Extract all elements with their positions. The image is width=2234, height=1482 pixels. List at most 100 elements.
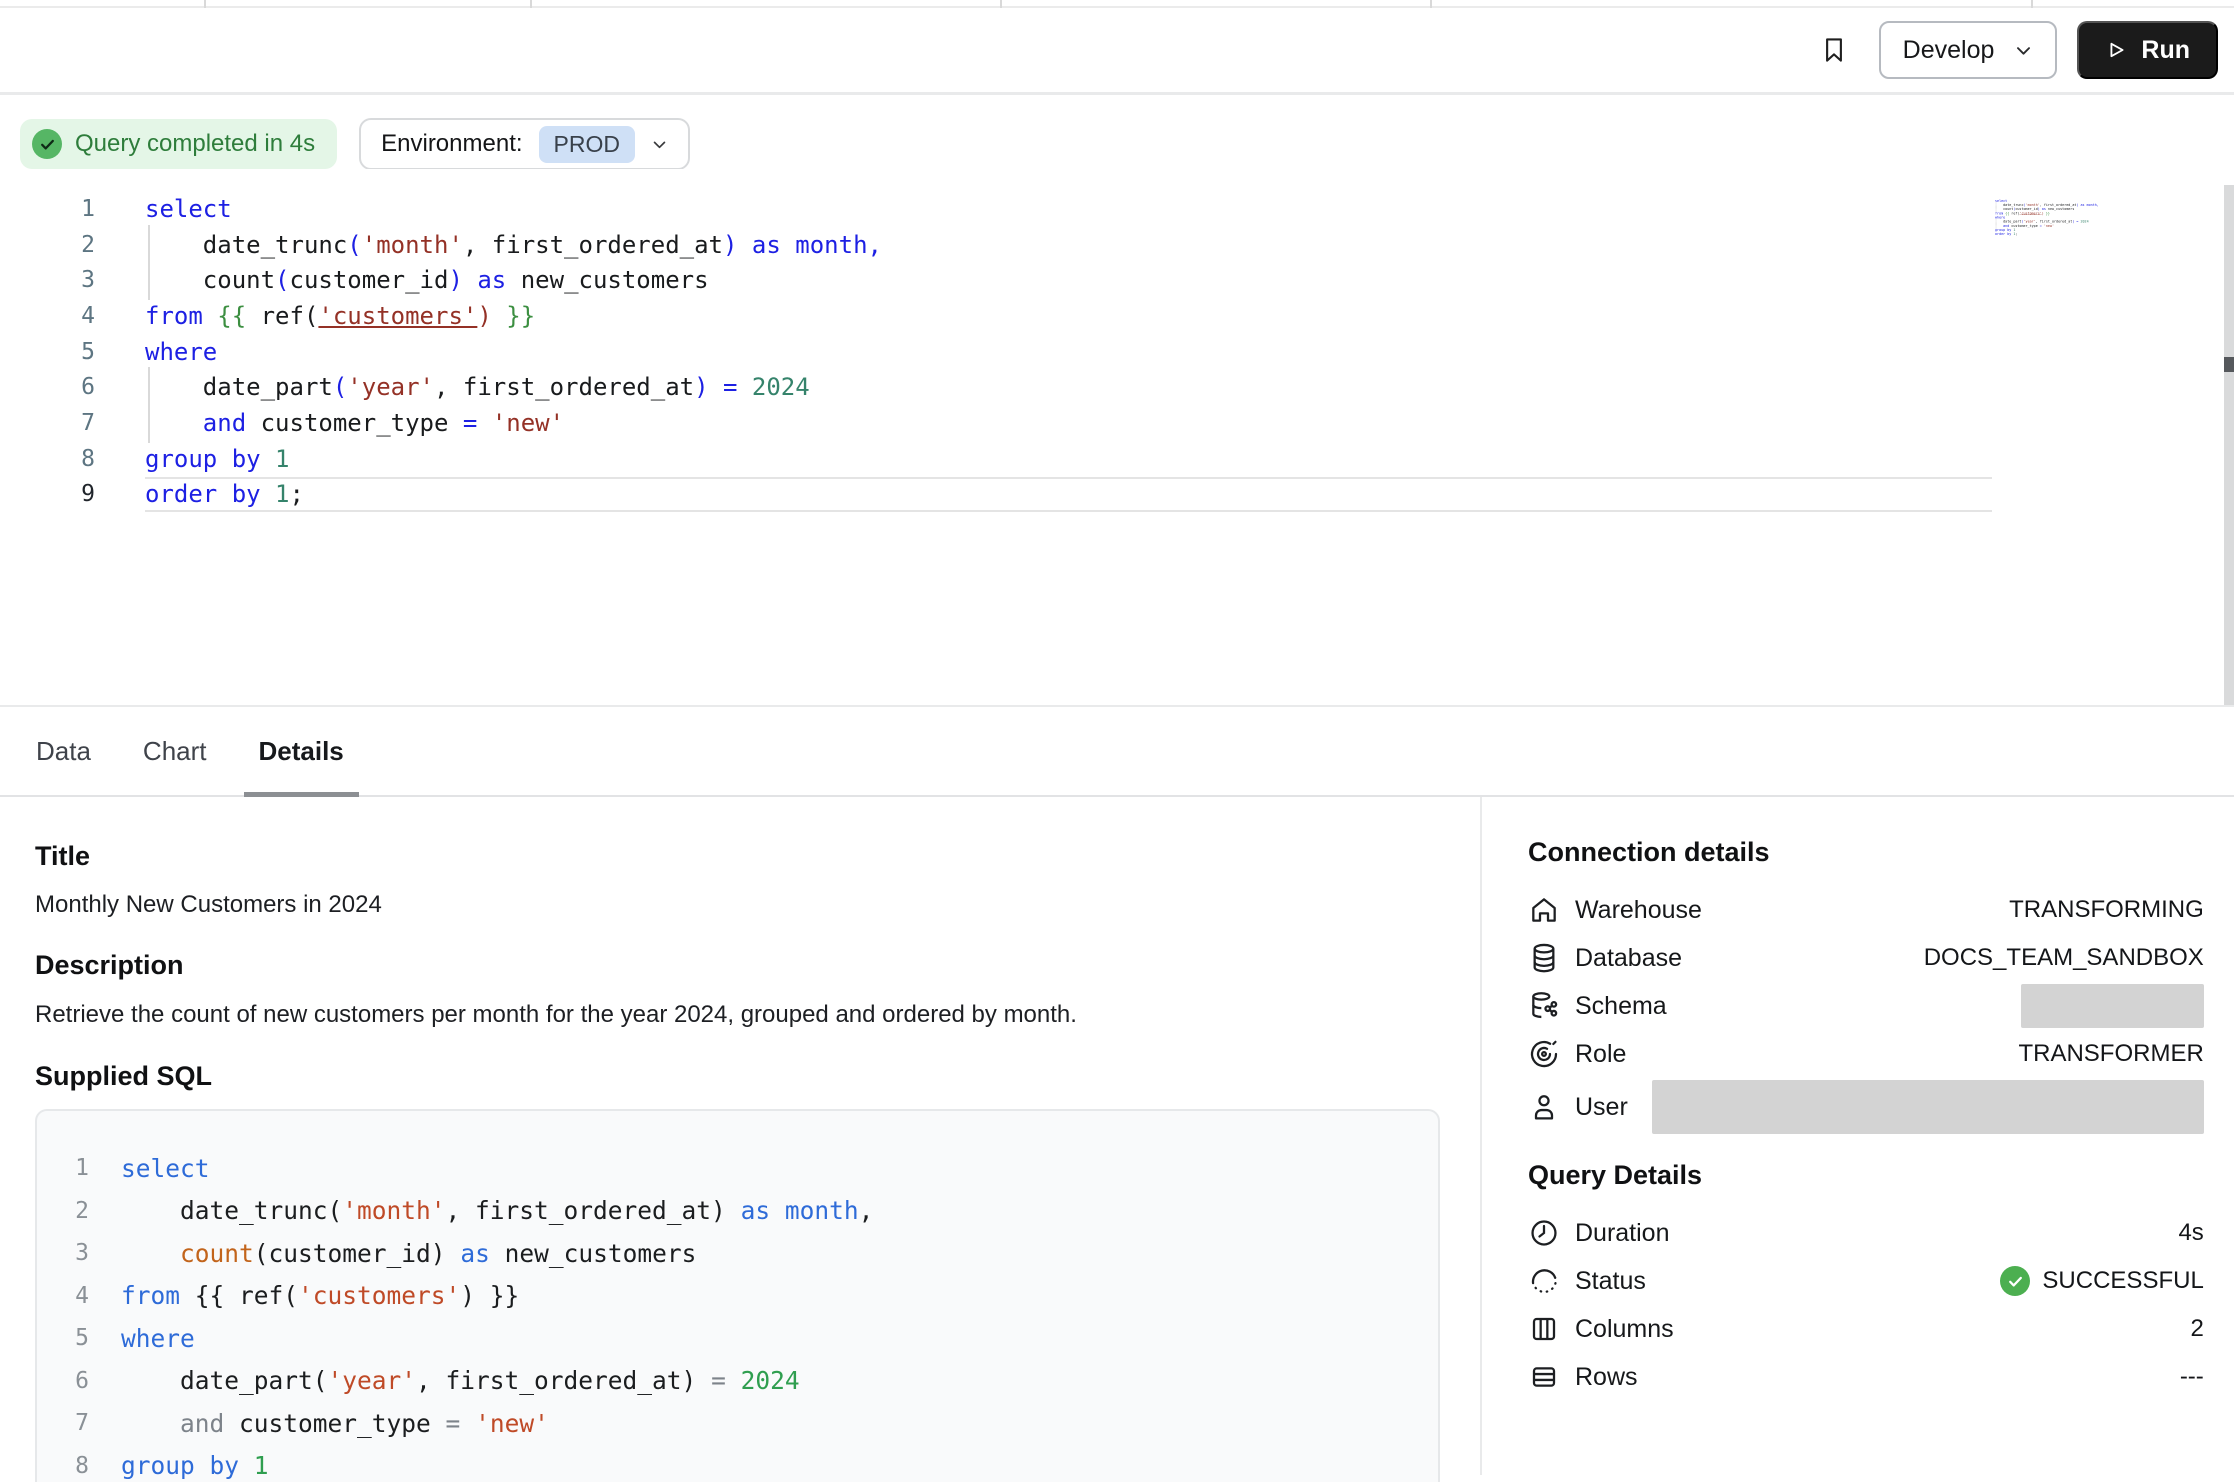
columns-icon xyxy=(1528,1313,1560,1345)
line-number: 4 xyxy=(37,1283,89,1309)
code-line: date_trunc('month', first_ordered_at) as… xyxy=(121,1196,873,1225)
query-status-badge: Query completed in 4s xyxy=(20,119,337,169)
supplied-sql-block: 1 select 2 date_trunc('month', first_order… xyxy=(35,1109,1440,1482)
sql-card-line: 5 where xyxy=(37,1317,1438,1360)
status-value: SUCCESSFUL xyxy=(2000,1266,2203,1296)
warehouse-row: WarehouseTRANSFORMING xyxy=(1528,886,2204,934)
rows-icon xyxy=(1528,1361,1560,1393)
role-row: Role TRANSFORMER xyxy=(1528,1030,2204,1078)
role-value: TRANSFORMER xyxy=(2018,1040,2203,1068)
code-line[interactable]: select xyxy=(145,191,1992,227)
code-line[interactable]: and customer_type = 'new' xyxy=(145,405,1992,441)
line-number: 9 xyxy=(0,481,95,507)
editor-minimap[interactable]: select date_trunc('month', first_ordered… xyxy=(1995,199,2234,343)
editor-line[interactable]: 8group by 1 xyxy=(0,441,2234,477)
sql-editor[interactable]: 1select2 date_trunc('month', first_order… xyxy=(0,169,2234,705)
line-number: 8 xyxy=(37,1453,89,1479)
code-line: where xyxy=(121,1324,195,1353)
line-number: 2 xyxy=(37,1198,89,1224)
description-heading: Description xyxy=(35,950,1440,981)
editor-line[interactable]: 1select xyxy=(0,191,2234,227)
code-line[interactable]: date_part('year', first_ordered_at) = 20… xyxy=(145,369,1992,405)
line-number: 1 xyxy=(37,1155,89,1181)
code-line: and customer_type = 'new' xyxy=(121,1409,549,1438)
chevron-down-icon xyxy=(651,136,668,153)
sql-card-line: 3 count(customer_id) as new_customers xyxy=(37,1232,1438,1275)
run-button[interactable]: Run xyxy=(2077,21,2218,79)
title-heading: Title xyxy=(35,841,1440,872)
user-redacted-value xyxy=(1652,1080,2204,1134)
code-line: date_part('year', first_ordered_at) = 20… xyxy=(121,1366,800,1395)
spinner-icon xyxy=(1528,1265,1560,1297)
code-line[interactable]: group by 1 xyxy=(145,441,1992,477)
tab-details[interactable]: Details xyxy=(244,707,359,795)
database-value: DOCS_TEAM_SANDBOX xyxy=(1924,944,2204,972)
minimap-code: select date_trunc('month', first_ordered… xyxy=(1995,199,2099,236)
line-number: 6 xyxy=(37,1368,89,1394)
browser-tab-strip xyxy=(0,0,2234,8)
clock-icon xyxy=(1528,1217,1560,1249)
code-line[interactable]: where xyxy=(145,334,1992,370)
supplied-sql-heading: Supplied SQL xyxy=(35,1061,1440,1092)
schema-row: Schema xyxy=(1528,982,2204,1030)
rows-row: Rows--- xyxy=(1528,1353,2204,1401)
editor-line[interactable]: 4 from {{ ref('customers') }} xyxy=(0,298,2234,334)
schema-icon xyxy=(1528,990,1560,1022)
line-number: 5 xyxy=(37,1325,89,1351)
user-row: User xyxy=(1528,1078,2204,1136)
tab-chart[interactable]: Chart xyxy=(128,707,222,795)
editor-line[interactable]: 2 date_trunc('month', first_ordered_at) … xyxy=(0,227,2234,263)
editor-line[interactable]: 7 and customer_type = 'new' xyxy=(0,405,2234,441)
user-icon xyxy=(1528,1091,1560,1123)
play-icon xyxy=(2105,39,2127,61)
role-label: Role xyxy=(1575,1040,1626,1069)
develop-button[interactable]: Develop xyxy=(1879,21,2058,79)
editor-line[interactable]: 9 order by 1; xyxy=(0,477,2234,513)
code-line: select xyxy=(121,1154,210,1183)
database-icon xyxy=(1528,942,1560,974)
duration-value: 4s xyxy=(2178,1219,2203,1247)
line-number: 4 xyxy=(0,303,95,329)
editor-line[interactable]: 6 date_part('year', first_ordered_at) = … xyxy=(0,369,2234,405)
query-status-text: Query completed in 4s xyxy=(75,130,315,158)
develop-button-label: Develop xyxy=(1903,36,1995,65)
code-line[interactable]: date_trunc('month', first_ordered_at) as… xyxy=(145,227,1992,263)
line-number: 3 xyxy=(37,1240,89,1266)
title-value: Monthly New Customers in 2024 xyxy=(35,891,1440,919)
details-pane: Title Monthly New Customers in 2024 Desc… xyxy=(0,797,2234,1475)
environment-label: Environment: xyxy=(381,130,522,158)
schema-redacted-value xyxy=(2021,984,2204,1028)
description-value: Retrieve the count of new customers per … xyxy=(35,1001,1440,1029)
line-number: 5 xyxy=(0,339,95,365)
tab-separator xyxy=(1430,0,1432,8)
editor-scrollbar[interactable] xyxy=(2224,185,2234,705)
editor-scrollbar-thumb[interactable] xyxy=(2224,357,2234,372)
connection-pane: Connection details WarehouseTRANSFORMING… xyxy=(1480,797,2234,1475)
code-line[interactable]: count(customer_id) as new_customers xyxy=(145,262,1992,298)
code-line[interactable]: from {{ ref('customers') }} xyxy=(145,298,1992,334)
columns-label: Columns xyxy=(1575,1315,1674,1344)
bookmark-icon[interactable] xyxy=(1819,34,1849,66)
environment-value-badge: PROD xyxy=(539,126,635,163)
tab-separator xyxy=(204,0,206,8)
sql-card-line: 6 date_part('year', first_ordered_at) = … xyxy=(37,1360,1438,1403)
sql-card-line: 4 from {{ ref('customers') }} xyxy=(37,1275,1438,1318)
tab-data[interactable]: Data xyxy=(21,707,106,795)
success-check-icon xyxy=(2000,1266,2030,1296)
database-label: Database xyxy=(1575,944,1682,973)
editor-line[interactable]: 3 count(customer_id) as new_customers xyxy=(0,262,2234,298)
tab-separator xyxy=(1000,0,1002,8)
columns-value: 2 xyxy=(2190,1315,2203,1343)
status-row: Query completed in 4s Environment: PROD xyxy=(0,95,2234,169)
code-line: from {{ ref('customers') }} xyxy=(121,1281,519,1310)
columns-row: Columns 2 xyxy=(1528,1305,2204,1353)
code-line[interactable]: order by 1; xyxy=(145,477,1992,513)
editor-line[interactable]: 5 where xyxy=(0,334,2234,370)
rows-label: Rows xyxy=(1575,1363,1638,1392)
environment-select[interactable]: Environment: PROD xyxy=(359,118,690,170)
sql-card-line: 2 date_trunc('month', first_ordered_at) … xyxy=(37,1190,1438,1233)
doc-pane: Title Monthly New Customers in 2024 Desc… xyxy=(0,797,1480,1475)
line-number: 2 xyxy=(0,232,95,258)
line-number: 7 xyxy=(0,410,95,436)
line-number: 3 xyxy=(0,267,95,293)
